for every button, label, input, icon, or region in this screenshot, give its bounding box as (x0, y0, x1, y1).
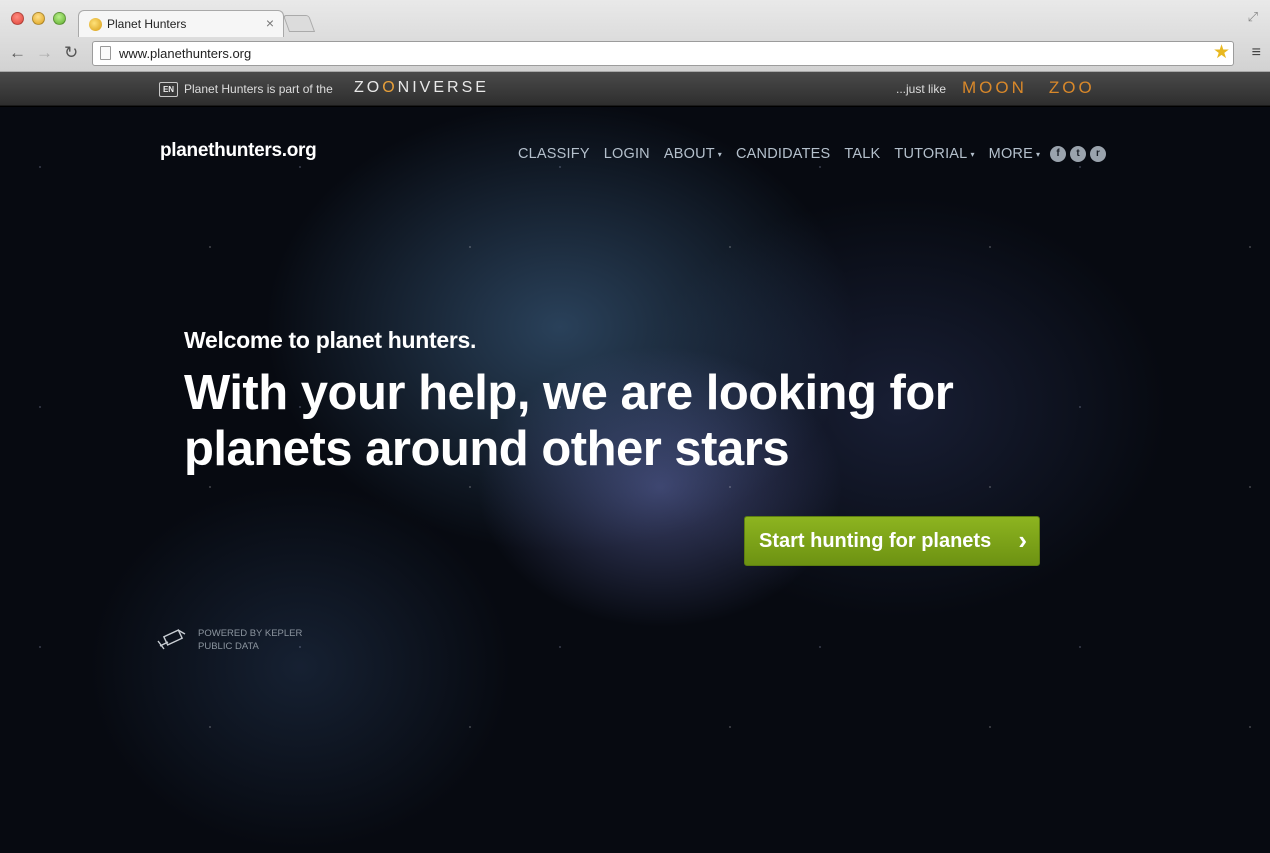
starfield-background (0, 107, 1270, 853)
address-bar[interactable]: www.planethunters.org ★ (92, 41, 1234, 66)
favicon-icon (89, 18, 102, 31)
nav-login[interactable]: LOGIN (604, 146, 650, 162)
hero-section: planethunters.org CLASSIFY LOGIN ABOUT ▾ … (0, 107, 1270, 853)
main-nav: CLASSIFY LOGIN ABOUT ▾ CANDIDATES TALK TU… (518, 146, 1054, 162)
social-links: f t r (1050, 146, 1106, 162)
bookmark-star-icon[interactable]: ★ (1213, 42, 1230, 64)
zooniverse-logo-part: NIVERSE (397, 79, 489, 96)
language-selector[interactable]: EN (159, 82, 178, 97)
hero-headline: With your help, we are looking for plane… (184, 366, 954, 476)
forward-icon[interactable]: → (36, 43, 53, 63)
zoo-text: ZOO (1048, 78, 1095, 97)
url-text[interactable]: www.planethunters.org (119, 46, 251, 61)
moon-zoo-link[interactable]: MOON ZOO (962, 78, 1095, 98)
kepler-text: POWERED BY KEPLER PUBLIC DATA (198, 627, 318, 653)
reload-icon[interactable]: ↻ (64, 43, 78, 63)
nav-label: CANDIDATES (736, 146, 831, 162)
zooniverse-text: Planet Hunters is part of the (184, 82, 333, 96)
chevron-right-icon: › (1018, 525, 1027, 555)
browser-toolbar: ← → ↻ www.planethunters.org ★ ≡ (0, 37, 1270, 71)
zooniverse-logo-part: ZO (354, 79, 383, 96)
zooniverse-bar: EN Planet Hunters is part of the ZOONIVE… (0, 72, 1270, 106)
nav-label: MORE (988, 146, 1033, 162)
fullscreen-icon[interactable]: ⤢ (1248, 9, 1258, 25)
back-icon[interactable]: ← (9, 43, 26, 63)
cta-label: Start hunting for planets (759, 530, 992, 552)
site-logo[interactable]: planethunters.org (160, 140, 317, 162)
kepler-line: POWERED BY KEPLER (198, 628, 303, 639)
nav-label: ABOUT (663, 146, 715, 162)
welcome-heading: Welcome to planet hunters. (184, 327, 477, 353)
start-hunting-button[interactable]: Start hunting for planets › (744, 516, 1040, 566)
twitter-icon[interactable]: t (1070, 146, 1086, 162)
nav-label: CLASSIFY (518, 146, 590, 162)
page-icon (100, 46, 111, 60)
moon-text: MOON (962, 78, 1027, 97)
tab-title: Planet Hunters (107, 17, 187, 31)
nav-about[interactable]: ABOUT ▾ (664, 146, 722, 162)
caret-down-icon: ▾ (1035, 149, 1041, 159)
just-like-text: ...just like (896, 82, 947, 96)
facebook-icon[interactable]: f (1050, 146, 1066, 162)
kepler-telescope-icon (157, 629, 186, 650)
window-controls (11, 12, 66, 25)
browser-tab[interactable]: Planet Hunters × (78, 10, 284, 37)
nav-more[interactable]: MORE ▾ (989, 146, 1041, 162)
minimize-window-button[interactable] (32, 12, 45, 25)
nav-label: LOGIN (603, 146, 650, 162)
new-tab-button[interactable] (282, 15, 316, 32)
browser-menu-icon[interactable]: ≡ (1252, 45, 1261, 61)
browser-chrome: Planet Hunters × ⤢ ← → ↻ www.planethunte… (0, 0, 1270, 72)
zooniverse-logo-o: O (382, 79, 398, 96)
nav-tutorial[interactable]: TUTORIAL ▾ (894, 146, 974, 162)
zooniverse-logo[interactable]: ZOONIVERSE (354, 79, 489, 97)
zoom-window-button[interactable] (53, 12, 66, 25)
caret-down-icon: ▾ (717, 149, 723, 159)
rss-icon[interactable]: r (1090, 146, 1106, 162)
nav-classify[interactable]: CLASSIFY (518, 146, 590, 162)
close-window-button[interactable] (11, 12, 24, 25)
nav-label: TUTORIAL (894, 146, 968, 162)
nav-candidates[interactable]: CANDIDATES (736, 146, 830, 162)
caret-down-icon: ▾ (970, 149, 975, 159)
nav-talk[interactable]: TALK (844, 146, 880, 162)
nav-label: TALK (844, 146, 881, 162)
kepler-line: PUBLIC DATA (198, 641, 259, 652)
tab-close-icon[interactable]: × (266, 15, 274, 31)
